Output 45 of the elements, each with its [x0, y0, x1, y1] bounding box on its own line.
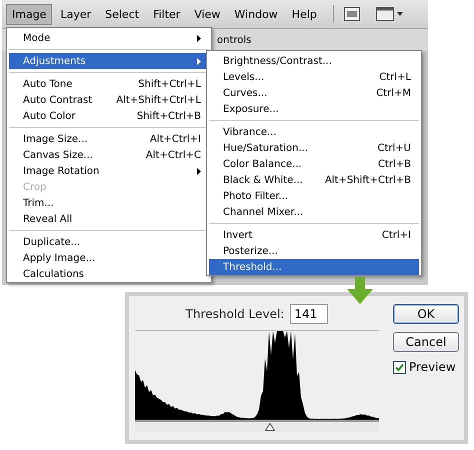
menu-item[interactable]: Calculations — [9, 266, 209, 282]
menu-title[interactable]: Help — [286, 4, 323, 24]
menu-item[interactable]: Adjustments — [9, 53, 209, 69]
menu-title[interactable]: Image — [6, 4, 52, 24]
dialog-button[interactable]: OK — [393, 304, 459, 324]
menu-title[interactable]: View — [188, 4, 226, 24]
screen-mode-icon[interactable] — [376, 7, 404, 21]
menu-item[interactable]: Vibrance... — [209, 124, 419, 140]
menu-item[interactable]: Auto Contrast Alt+Shift+Ctrl+L — [9, 92, 209, 108]
menu-item[interactable]: Canvas Size... Alt+Ctrl+C — [9, 147, 209, 163]
menu-item[interactable]: Photo Filter... — [209, 188, 419, 204]
menu-item[interactable]: Channel Mixer... — [209, 204, 419, 220]
menu-title[interactable]: Select — [99, 4, 146, 24]
preview-checkbox[interactable]: Preview — [393, 360, 459, 374]
menu-item[interactable]: Mode — [9, 30, 209, 46]
menu-item[interactable]: Auto Tone Shift+Ctrl+L — [9, 76, 209, 92]
toolbar-label: ontrols — [217, 34, 252, 46]
menu-title[interactable]: Filter — [147, 4, 186, 24]
menu-item[interactable]: Hue/Saturation... Ctrl+U — [209, 140, 419, 156]
down-arrow-icon — [346, 277, 374, 305]
menu-title[interactable]: Layer — [54, 4, 98, 24]
menu-item[interactable]: Levels... Ctrl+L — [209, 69, 419, 85]
menu-item[interactable]: Image Rotation — [9, 163, 209, 179]
bridge-icon[interactable] — [344, 7, 360, 21]
menu-item[interactable]: Threshold... — [209, 259, 419, 275]
threshold-level-label: Threshold Level: — [186, 307, 284, 321]
menu-item[interactable]: Image Size... Alt+Ctrl+I — [9, 131, 209, 147]
menu-item[interactable]: Color Balance... Ctrl+B — [209, 156, 419, 172]
menu-item[interactable]: Reveal All — [9, 211, 209, 227]
menu-item[interactable]: Auto Color Shift+Ctrl+B — [9, 108, 209, 124]
menu-item[interactable]: Exposure... — [209, 101, 419, 117]
preview-label: Preview — [409, 360, 456, 374]
menu-item[interactable]: Duplicate... — [9, 234, 209, 250]
slider-thumb[interactable] — [264, 422, 275, 431]
menu-item[interactable]: Curves... Ctrl+M — [209, 85, 419, 101]
menu-item[interactable]: Trim... — [9, 195, 209, 211]
menu-item[interactable]: Black & White... Alt+Shift+Ctrl+B — [209, 172, 419, 188]
checkbox-icon[interactable] — [393, 360, 406, 374]
menu-item[interactable]: Invert Ctrl+I — [209, 227, 419, 243]
threshold-level-field[interactable]: 141 — [290, 304, 328, 324]
menu-title[interactable]: Window — [228, 4, 284, 24]
menu-item[interactable]: Posterize... — [209, 243, 419, 259]
menu-item[interactable]: Apply Image... — [9, 250, 209, 266]
dialog-button[interactable]: Cancel — [393, 332, 459, 352]
menu-item[interactable]: Brightness/Contrast... — [209, 53, 419, 69]
